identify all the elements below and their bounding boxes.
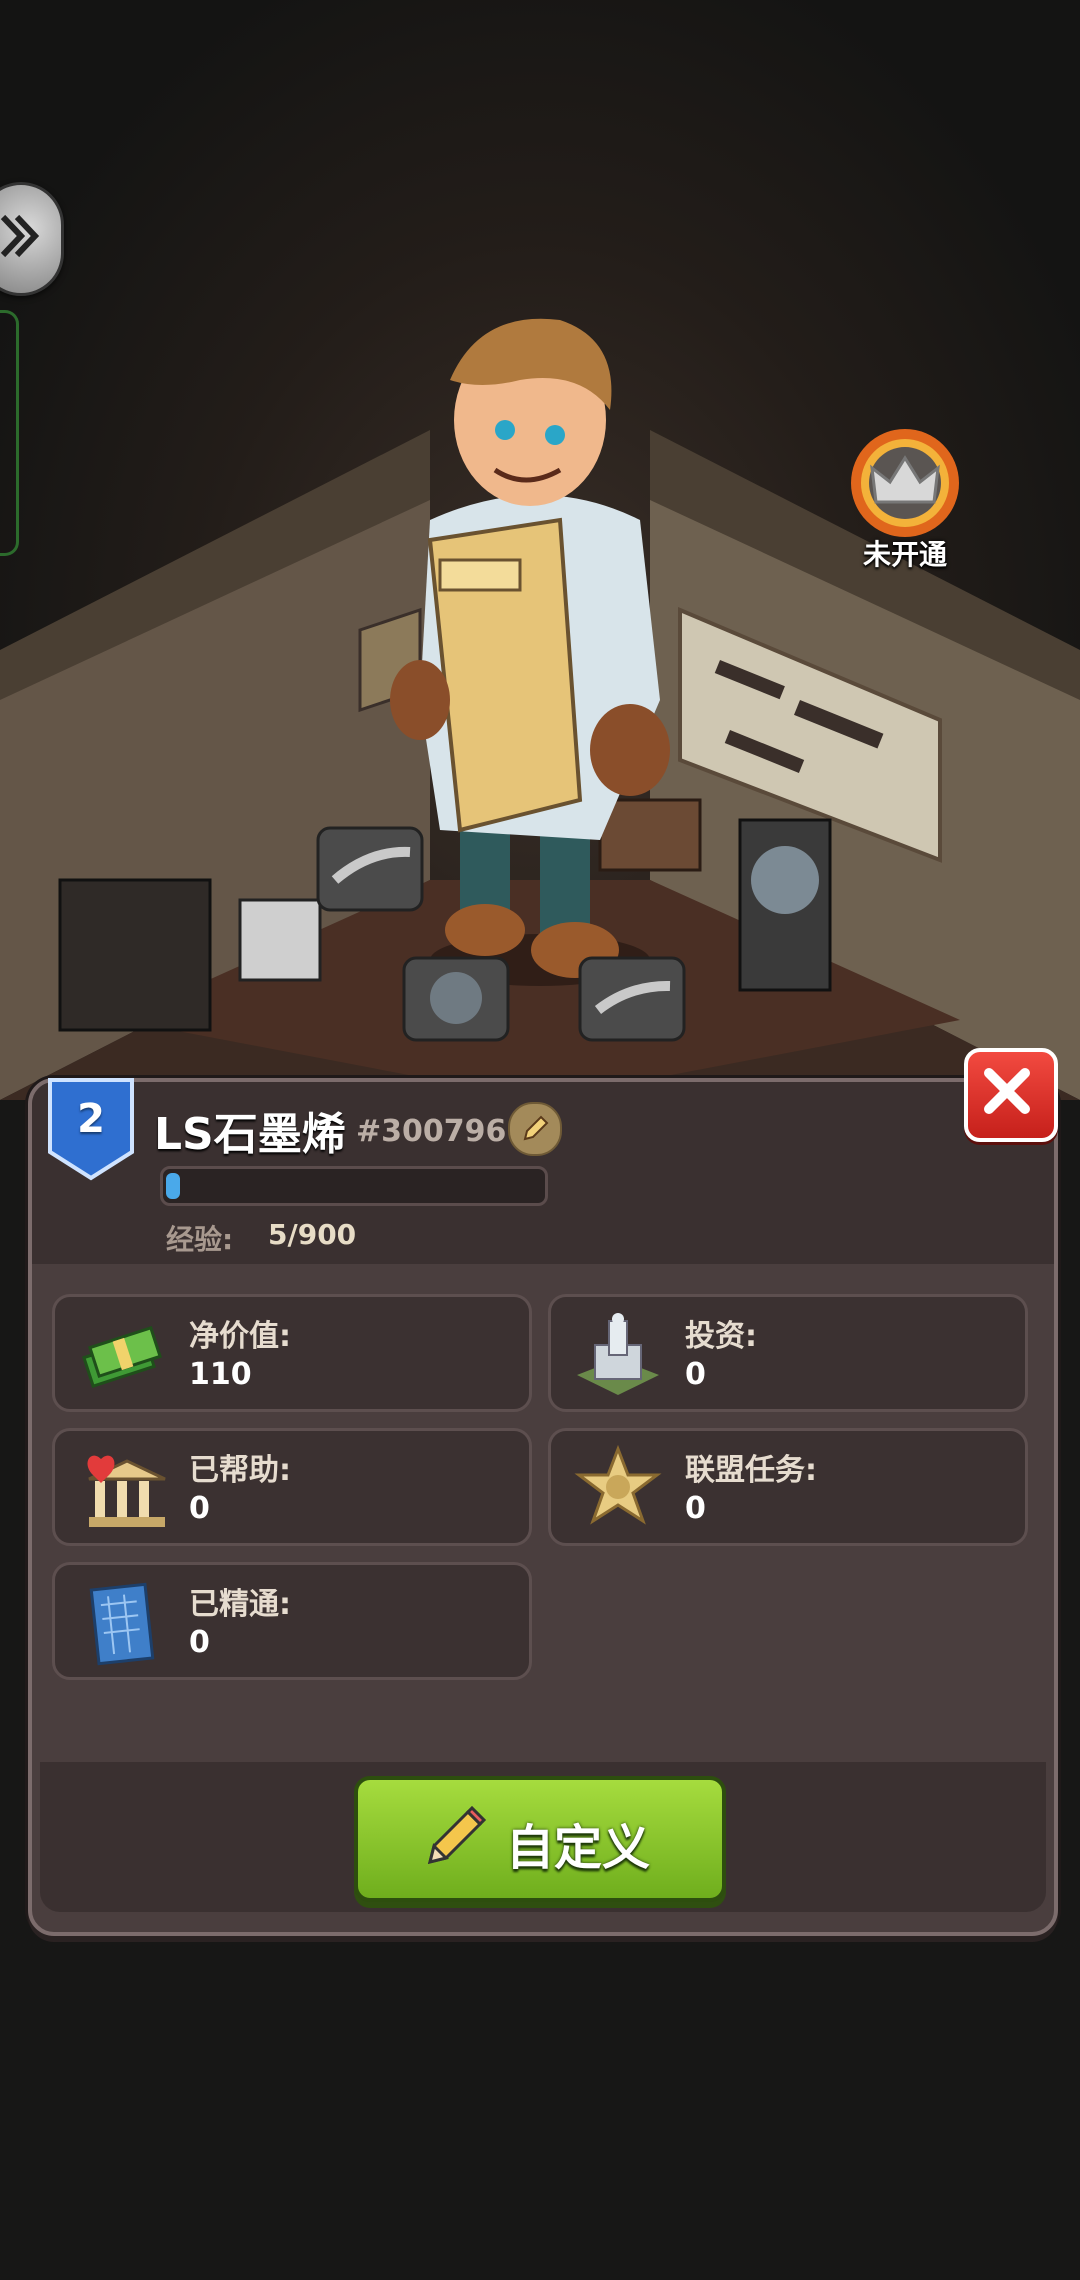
heart-bank-icon: [87, 1455, 166, 1527]
stat-mastered: 已精通: 0: [52, 1562, 532, 1680]
xp-label: 经验:: [166, 1223, 234, 1256]
stat-value: 110: [189, 1357, 252, 1392]
side-menu-toggle[interactable]: [0, 182, 64, 296]
stat-label: 投资:: [685, 1319, 757, 1354]
level-badge: 2: [46, 1076, 136, 1182]
customize-button-label: 自定义: [506, 1820, 651, 1876]
crown-icon: [851, 429, 959, 537]
close-icon: [984, 1068, 1030, 1114]
stat-value: 0: [189, 1625, 210, 1660]
stat-value: 0: [685, 1357, 706, 1392]
close-button[interactable]: [964, 1048, 1058, 1142]
player-name: LS石墨烯: [154, 1109, 346, 1160]
profile-panel: 2 LS石墨烯 #300796 经验: 5/900 净价值: 110 投资: 0…: [28, 1048, 1058, 1936]
double-chevron-right-icon: [0, 214, 40, 258]
building-icon: [577, 1313, 659, 1395]
cash-stack-icon: [82, 1325, 162, 1389]
xp-progress-fill: [166, 1173, 180, 1199]
level-number: 2: [77, 1096, 105, 1142]
player-id: #300796: [356, 1114, 507, 1149]
crown-badge-label: 未开通: [862, 538, 947, 571]
pencil-icon: [523, 1115, 549, 1141]
xp-progress-bar: [160, 1166, 548, 1206]
pencil-icon: [427, 1805, 487, 1865]
stat-value: 0: [685, 1491, 706, 1526]
stat-label: 已精通:: [189, 1587, 291, 1622]
edit-name-button[interactable]: [508, 1102, 562, 1156]
stat-alliance-tasks: 联盟任务: 0: [548, 1428, 1028, 1546]
xp-value: 5/900: [268, 1218, 357, 1251]
stat-net-worth: 净价值: 110: [52, 1294, 532, 1412]
stat-helped: 已帮助: 0: [52, 1428, 532, 1546]
stat-label: 联盟任务:: [685, 1453, 817, 1488]
stat-label: 已帮助:: [189, 1453, 291, 1488]
side-panel-edge: [0, 310, 19, 556]
stat-label: 净价值:: [189, 1319, 291, 1354]
sheriff-star-icon: [574, 1444, 662, 1525]
stat-value: 0: [189, 1491, 210, 1526]
game-scene: 未开通: [0, 0, 1080, 1100]
crown-badge[interactable]: 未开通: [840, 428, 970, 571]
stat-investment: 投资: 0: [548, 1294, 1028, 1412]
blueprint-icon: [89, 1582, 155, 1666]
customize-button[interactable]: 自定义: [354, 1776, 726, 1902]
